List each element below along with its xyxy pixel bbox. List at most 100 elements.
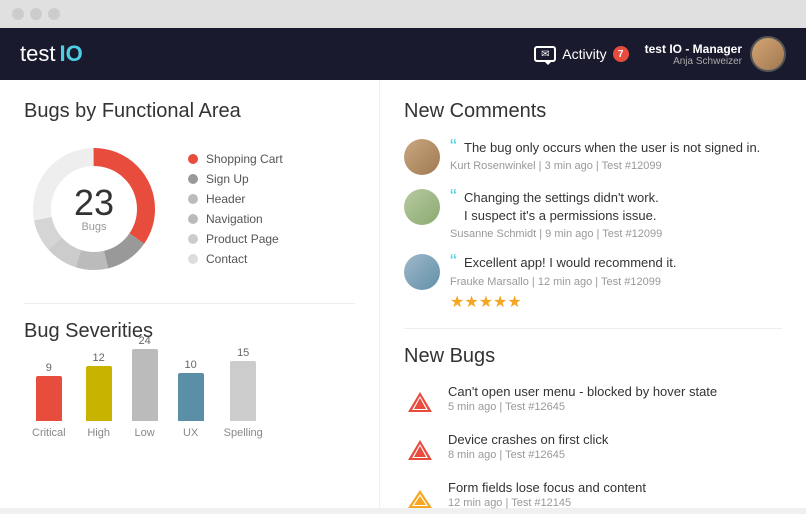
bar-rect-low xyxy=(132,349,158,421)
comment-text-3: Excellent app! I would recommend it. xyxy=(450,254,782,272)
window-chrome xyxy=(0,0,806,28)
bar-label-low: Low xyxy=(135,427,155,439)
bar-spelling: 15 Spelling xyxy=(224,347,263,439)
header-right: ✉ Activity 7 test IO - Manager Anja Schw… xyxy=(534,36,786,72)
severities-title: Bug Severities xyxy=(24,320,355,343)
main-content: Bugs by Functional Area xyxy=(0,80,806,508)
bars-container: 9 Critical 12 High 24 Low 10 xyxy=(24,359,355,439)
bug-body-2: Device crashes on first click 8 min ago … xyxy=(448,432,782,461)
legend-item-header: Header xyxy=(188,192,283,206)
comment-item-2: Changing the settings didn't work.I susp… xyxy=(404,189,782,240)
comment-meta-2: Susanne Schmidt | 9 min ago | Test #1209… xyxy=(450,228,782,240)
legend-item-shopping: Shopping Cart xyxy=(188,152,283,166)
logo: test IO xyxy=(20,41,83,67)
critical-icon-2 xyxy=(406,436,434,464)
legend-label-navigation: Navigation xyxy=(206,212,263,226)
comment-avatar-2 xyxy=(404,189,440,225)
user-name: test IO - Manager xyxy=(645,42,742,56)
legend-item-contact: Contact xyxy=(188,252,283,266)
legend-dot-header xyxy=(188,194,198,204)
left-panel: Bugs by Functional Area xyxy=(0,80,380,508)
bar-rect-critical xyxy=(36,376,62,421)
bug-meta-2: 8 min ago | Test #12645 xyxy=(448,449,782,461)
bug-body-1: Can't open user menu - blocked by hover … xyxy=(448,384,782,413)
legend-label-shopping: Shopping Cart xyxy=(206,152,283,166)
legend-dot-product xyxy=(188,234,198,244)
bar-rect-high xyxy=(86,366,112,421)
bar-low: 24 Low xyxy=(132,335,158,439)
user-info[interactable]: test IO - Manager Anja Schweizer xyxy=(645,36,786,72)
legend-dot-signup xyxy=(188,174,198,184)
donut-chart: 23 Bugs xyxy=(24,139,164,279)
window-close-btn[interactable] xyxy=(12,8,24,20)
bug-item-3[interactable]: Form fields lose focus and content 12 mi… xyxy=(404,480,782,514)
bug-title-2: Device crashes on first click xyxy=(448,432,782,447)
app-header: test IO ✉ Activity 7 test IO - Manager A… xyxy=(0,28,806,80)
bug-body-3: Form fields lose focus and content 12 mi… xyxy=(448,480,782,509)
comment-item-3: Excellent app! I would recommend it. Fra… xyxy=(404,254,782,311)
comments-title: New Comments xyxy=(404,100,782,123)
chart-legend: Shopping Cart Sign Up Header Navigation … xyxy=(188,152,283,266)
comment-item-1: The bug only occurs when the user is not… xyxy=(404,139,782,175)
bar-value-critical: 9 xyxy=(46,362,52,374)
window-maximize-btn[interactable] xyxy=(48,8,60,20)
comment-meta-3: Frauke Marsallo | 12 min ago | Test #120… xyxy=(450,276,782,288)
bar-chart: 9 Critical 12 High 24 Low 10 xyxy=(24,359,355,439)
comment-text-2: Changing the settings didn't work.I susp… xyxy=(450,189,782,225)
bug-item-2[interactable]: Device crashes on first click 8 min ago … xyxy=(404,432,782,466)
bar-label-high: High xyxy=(87,427,110,439)
bug-severity-icon-1 xyxy=(404,386,436,418)
legend-dot-contact xyxy=(188,254,198,264)
high-icon-3 xyxy=(406,484,434,512)
avatar-image xyxy=(752,38,784,70)
legend-item-product: Product Page xyxy=(188,232,283,246)
user-text: test IO - Manager Anja Schweizer xyxy=(645,42,742,67)
bar-high: 12 High xyxy=(86,352,112,439)
legend-item-navigation: Navigation xyxy=(188,212,283,226)
bar-label-critical: Critical xyxy=(32,427,66,439)
logo-io: IO xyxy=(59,41,82,67)
bar-rect-spelling xyxy=(230,361,256,421)
bar-label-spelling: Spelling xyxy=(224,427,263,439)
bug-meta-1: 5 min ago | Test #12645 xyxy=(448,401,782,413)
legend-label-product: Product Page xyxy=(206,232,279,246)
bar-value-low: 24 xyxy=(139,335,151,347)
bar-label-ux: UX xyxy=(183,427,198,439)
avatar xyxy=(750,36,786,72)
comment-text-1: The bug only occurs when the user is not… xyxy=(450,139,782,157)
bugs-area-title: Bugs by Functional Area xyxy=(24,100,355,123)
critical-icon-1 xyxy=(406,388,434,416)
chart-area: 23 Bugs Shopping Cart Sign Up Header xyxy=(24,139,355,279)
bar-value-high: 12 xyxy=(93,352,105,364)
comment-meta-1: Kurt Rosenwinkel | 3 min ago | Test #120… xyxy=(450,160,782,172)
legend-label-contact: Contact xyxy=(206,252,247,266)
bug-severity-icon-2 xyxy=(404,434,436,466)
bar-value-ux: 10 xyxy=(185,359,197,371)
activity-button[interactable]: ✉ Activity 7 xyxy=(534,46,628,62)
donut-center: 23 Bugs xyxy=(74,185,114,233)
bug-title-1: Can't open user menu - blocked by hover … xyxy=(448,384,782,399)
comment-body-2: Changing the settings didn't work.I susp… xyxy=(450,189,782,240)
user-role: Anja Schweizer xyxy=(645,56,742,67)
comment-avatar-1 xyxy=(404,139,440,175)
bar-value-spelling: 15 xyxy=(237,347,249,359)
comment-body-3: Excellent app! I would recommend it. Fra… xyxy=(450,254,782,311)
comment-body-1: The bug only occurs when the user is not… xyxy=(450,139,782,175)
donut-number: 23 xyxy=(74,185,114,221)
activity-badge: 7 xyxy=(613,46,629,62)
bugs-title: New Bugs xyxy=(404,345,782,368)
legend-dot-navigation xyxy=(188,214,198,224)
legend-label-header: Header xyxy=(206,192,245,206)
bar-ux: 10 UX xyxy=(178,359,204,439)
chat-icon: ✉ xyxy=(534,46,556,62)
rating-stars-3: ★★★★★ xyxy=(450,292,782,312)
divider-1 xyxy=(24,303,355,304)
activity-label: Activity xyxy=(562,46,606,62)
window-minimize-btn[interactable] xyxy=(30,8,42,20)
legend-label-signup: Sign Up xyxy=(206,172,249,186)
bug-item-1[interactable]: Can't open user menu - blocked by hover … xyxy=(404,384,782,418)
comment-avatar-3 xyxy=(404,254,440,290)
bug-meta-3: 12 min ago | Test #12145 xyxy=(448,497,782,509)
legend-item-signup: Sign Up xyxy=(188,172,283,186)
bug-title-3: Form fields lose focus and content xyxy=(448,480,782,495)
